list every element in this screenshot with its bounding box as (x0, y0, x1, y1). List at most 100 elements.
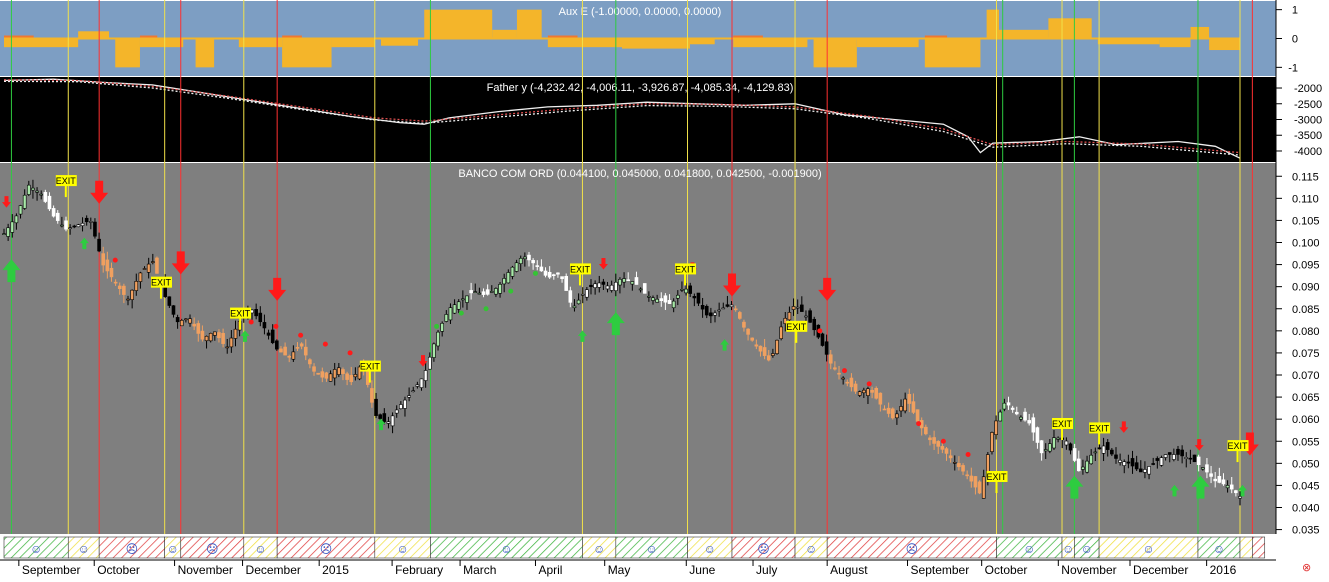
state-band-segment: ☺ (243, 536, 278, 559)
candle-body (1101, 445, 1106, 454)
candle-body (254, 309, 258, 317)
candle-body (1085, 460, 1089, 473)
candle-body (738, 312, 742, 319)
candle-body (676, 294, 680, 299)
candle-body (179, 320, 184, 327)
candle-body (432, 343, 436, 358)
candle-body (1147, 466, 1151, 475)
candle-body (419, 378, 424, 388)
sell-stop-dot (112, 257, 118, 263)
aux-bar (998, 29, 1049, 39)
state-band-segment (1239, 536, 1253, 559)
candle-body (762, 347, 767, 356)
candle-body (403, 399, 407, 409)
candle-body (43, 191, 48, 202)
aux-bar (856, 38, 919, 48)
candle-body (506, 272, 511, 284)
buy-stop-dot (483, 306, 489, 312)
candle-body (820, 333, 825, 346)
exit-flag-label: EXIT (230, 309, 251, 319)
candle-body (155, 257, 159, 274)
candle-body (1238, 496, 1242, 499)
candle-body (601, 281, 606, 285)
candle-body (1229, 484, 1234, 490)
state-band-rect (1239, 536, 1253, 559)
candle-body (229, 337, 234, 348)
candle-body (399, 404, 403, 409)
aux-bar (380, 38, 419, 46)
candle-body (489, 291, 494, 293)
candle-body (1138, 468, 1143, 473)
candle-body (924, 426, 928, 435)
candle-body (394, 409, 399, 414)
aux-bar (282, 38, 332, 68)
aux-bar (924, 38, 981, 68)
state-band-segment: ☺ (67, 536, 100, 559)
aux-bar (1048, 18, 1092, 39)
aux-bar (424, 9, 493, 39)
candle-body (1105, 442, 1110, 450)
candle-body (634, 277, 639, 285)
price-ytick-label: 0.105 (1292, 215, 1320, 227)
price-candle (208, 332, 213, 343)
price-ytick-label: 0.050 (1292, 458, 1320, 470)
candle-body (440, 322, 444, 332)
candle-body (485, 289, 490, 295)
candle-body (89, 221, 93, 223)
sell-stop-dot (841, 368, 847, 374)
candle-body (1225, 485, 1230, 489)
candle-body (184, 318, 188, 321)
candle-body (31, 187, 35, 191)
candle-body (1014, 411, 1019, 415)
candle-body (130, 289, 134, 300)
x-tick-label: March (463, 563, 496, 577)
exit-flag-label: EXIT (360, 362, 381, 372)
candle-body (55, 212, 60, 221)
candle-body (122, 285, 126, 295)
candle-body (564, 275, 568, 291)
price-candle (155, 256, 159, 274)
aux-bar-segment (1159, 38, 1191, 48)
state-band-segment: ☺ (687, 536, 733, 559)
state-band-segment: ☺ (582, 536, 617, 559)
candle-body (886, 407, 891, 414)
candle-body (1192, 454, 1197, 463)
candle-body (717, 309, 721, 312)
candle-body (465, 295, 469, 303)
candle-body (225, 346, 230, 349)
candle-body (1010, 407, 1015, 410)
state-band-segment: ☺ (794, 536, 828, 559)
candle-body (725, 304, 730, 307)
candle-body (97, 238, 101, 252)
candle-body (597, 282, 602, 288)
candle-body (969, 475, 974, 482)
sell-stop-dot (866, 381, 872, 387)
aux-title: Aux E (-1.00000, 0.0000, 0.0000) (559, 6, 722, 18)
buy-stop-dot (532, 270, 538, 276)
stock-chart: Aux E (-1.00000, 0.0000, 0.0000) 1 0 -1 Fath… (0, 0, 1322, 577)
candle-body (779, 326, 783, 339)
candle-body (824, 341, 829, 355)
candle-body (1064, 440, 1069, 446)
close-icon[interactable]: ⊗ (1302, 562, 1311, 574)
candle-body (944, 448, 949, 454)
state-band-segment: ☹ (98, 536, 165, 559)
candle-body (812, 318, 817, 331)
candle-body (1097, 447, 1102, 450)
candle-body (733, 308, 738, 311)
candle-body (386, 421, 391, 424)
candle-body (1068, 443, 1073, 451)
candle-body (981, 476, 986, 499)
candle-body (60, 224, 64, 227)
x-tick-label: February (395, 563, 443, 577)
sad-face-icon: ☹ (757, 542, 770, 556)
candle-body (1081, 466, 1085, 470)
sell-stop-dot (298, 332, 304, 338)
state-band-segment: ☺ (430, 536, 583, 559)
candle-body (527, 254, 531, 261)
candle-body (998, 411, 1003, 422)
price-ytick-label: 0.090 (1292, 282, 1320, 294)
candle-body (1006, 402, 1011, 406)
candle-body (64, 220, 68, 230)
candle-body (1089, 454, 1093, 465)
